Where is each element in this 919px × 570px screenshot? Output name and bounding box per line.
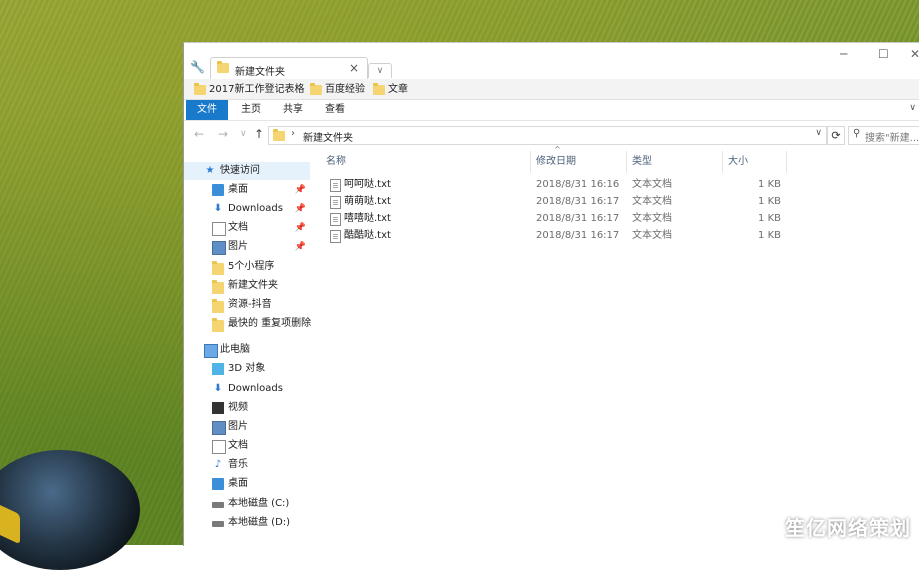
pictures-icon	[212, 421, 226, 435]
star-icon: ★	[205, 165, 215, 176]
sidebar-item-downloads[interactable]: ⬇ Downloads 📌	[184, 200, 310, 218]
folder-icon	[273, 129, 285, 141]
search-icon: ⚲	[853, 128, 861, 139]
search-placeholder: 搜索"新建...	[865, 133, 919, 144]
sidebar-item-desktop[interactable]: 桌面 📌	[184, 181, 310, 199]
minimize-button[interactable]: ─	[840, 47, 847, 61]
folder-icon	[217, 61, 229, 73]
ball-stripe	[0, 495, 20, 545]
refresh-button[interactable]: ⟳	[827, 126, 845, 145]
column-divider[interactable]	[722, 151, 723, 173]
ribbon-tab-view[interactable]: 查看	[320, 100, 350, 120]
folder-icon	[194, 83, 206, 95]
pictures-icon	[212, 241, 226, 255]
column-header-size[interactable]: 大小	[728, 153, 748, 171]
sidebar-item-quick-access[interactable]: ★ 快速访问	[184, 162, 310, 180]
tab-close-icon[interactable]: ×	[349, 61, 359, 75]
sidebar-item-folder[interactable]: 新建文件夹	[184, 277, 310, 295]
3d-objects-icon	[212, 363, 224, 375]
sidebar-item-disk-d[interactable]: 本地磁盘 (D:)	[184, 514, 310, 532]
folder-icon	[212, 261, 224, 275]
sidebar-item-folder[interactable]: 5个小程序	[184, 258, 310, 276]
address-bar-row: ← → ∨ ↑ › 新建文件夹 ∨ ⟳ ⚲ 搜索"新建...	[184, 123, 919, 147]
ribbon-tab-file[interactable]: 文件	[186, 100, 228, 120]
sidebar-item-3d-objects[interactable]: 3D 对象	[184, 360, 310, 378]
sidebar-item-this-pc[interactable]: 此电脑	[184, 341, 310, 359]
video-icon	[212, 402, 224, 414]
download-icon: ⬇	[213, 203, 223, 214]
tab-new-folder[interactable]: 新建文件夹 ×	[210, 57, 368, 80]
forward-button[interactable]: →	[218, 127, 228, 141]
table-row[interactable]: 萌萌哒.txt 2018/8/31 16:17 文本文档 1 KB	[326, 194, 786, 210]
watermark: 笙亿网络策划	[785, 516, 911, 540]
sidebar-item-folder[interactable]: 资源-抖音	[184, 296, 310, 314]
column-divider[interactable]	[626, 151, 627, 173]
table-row[interactable]: 呵呵哒.txt 2018/8/31 16:16 文本文档 1 KB	[326, 177, 786, 193]
download-icon: ⬇	[213, 383, 223, 394]
recent-locations-button[interactable]: ∨	[240, 129, 247, 139]
sidebar-item-desktop[interactable]: 桌面	[184, 475, 310, 493]
breadcrumb-separator: ›	[291, 128, 295, 139]
ribbon-expand-icon[interactable]: ∨	[909, 103, 916, 113]
folder-icon	[212, 280, 224, 294]
sidebar-item-documents[interactable]: 文档 📌	[184, 219, 310, 237]
disk-icon	[212, 502, 224, 508]
title-bar: 🔧 新建文件夹 × ∨ ─ ☐ ✕	[184, 43, 919, 80]
folder-icon	[212, 318, 224, 332]
column-header-date[interactable]: 修改日期	[536, 153, 576, 171]
document-icon	[212, 222, 226, 236]
column-divider[interactable]	[786, 151, 787, 173]
text-file-icon	[330, 196, 341, 209]
ribbon-tab-home[interactable]: 主页	[236, 100, 266, 120]
ribbon-tab-share[interactable]: 共享	[278, 100, 308, 120]
folder-icon	[310, 83, 322, 95]
search-input[interactable]: ⚲ 搜索"新建...	[848, 126, 919, 145]
pin-icon[interactable]: 📌	[295, 219, 306, 237]
text-file-icon	[330, 213, 341, 226]
sidebar-item-pictures[interactable]: 图片 📌	[184, 238, 310, 256]
chevron-down-icon[interactable]: ∨	[815, 128, 822, 138]
navigation-pane: ★ 快速访问 桌面 📌 ⬇ Downloads 📌 文档 📌 图片 📌 5个小程…	[184, 155, 316, 546]
tab-label: 新建文件夹	[235, 67, 285, 78]
up-button[interactable]: ↑	[254, 127, 264, 141]
sidebar-item-disk-c[interactable]: 本地磁盘 (C:)	[184, 495, 310, 513]
column-header-name[interactable]: 名称	[326, 153, 346, 171]
sidebar-item-downloads[interactable]: ⬇ Downloads	[184, 380, 310, 398]
sidebar-item-pictures[interactable]: 图片	[184, 418, 310, 436]
document-icon	[212, 440, 226, 454]
sidebar-item-music[interactable]: ♪ 音乐	[184, 456, 310, 474]
folder-icon	[373, 83, 385, 95]
wrench-icon[interactable]: 🔧	[190, 60, 205, 74]
bookmarks-bar: 2017新工作登记表格 百度经验 文章	[184, 79, 919, 100]
new-tab-button[interactable]: ∨	[368, 63, 392, 78]
address-input[interactable]: › 新建文件夹 ∨	[268, 126, 827, 145]
table-row[interactable]: 嘻嘻哒.txt 2018/8/31 16:17 文本文档 1 KB	[326, 211, 786, 227]
computer-icon	[204, 344, 218, 358]
desktop-icon	[212, 184, 224, 196]
close-button[interactable]: ✕	[910, 47, 919, 61]
pin-icon[interactable]: 📌	[295, 238, 306, 256]
desktop-icon	[212, 478, 224, 490]
column-divider[interactable]	[530, 151, 531, 173]
sidebar-item-videos[interactable]: 视频	[184, 399, 310, 417]
sidebar-item-documents[interactable]: 文档	[184, 437, 310, 455]
breadcrumb[interactable]: 新建文件夹	[303, 129, 353, 144]
column-header-type[interactable]: 类型	[632, 153, 652, 171]
disk-icon	[212, 521, 224, 527]
table-row[interactable]: 酷酷哒.txt 2018/8/31 16:17 文本文档 1 KB	[326, 228, 786, 244]
music-icon: ♪	[214, 459, 222, 470]
back-button[interactable]: ←	[194, 127, 204, 141]
explorer-window: 🔧 新建文件夹 × ∨ ─ ☐ ✕ 2017新工作登记表格 百度经验 文章 文件…	[183, 42, 919, 546]
text-file-icon	[330, 230, 341, 243]
maximize-button[interactable]: ☐	[878, 47, 889, 61]
file-list: ^ 名称 修改日期 类型 大小 呵呵哒.txt 2018/8/31 16:16 …	[316, 145, 919, 546]
text-file-icon	[330, 179, 341, 192]
ribbon-tabs: 文件 主页 共享 查看 ∨	[184, 100, 919, 121]
pin-icon[interactable]: 📌	[295, 181, 306, 199]
sidebar-item-folder[interactable]: 最快的 重复项删除	[184, 315, 311, 333]
pin-icon[interactable]: 📌	[295, 200, 306, 218]
folder-icon	[212, 299, 224, 313]
